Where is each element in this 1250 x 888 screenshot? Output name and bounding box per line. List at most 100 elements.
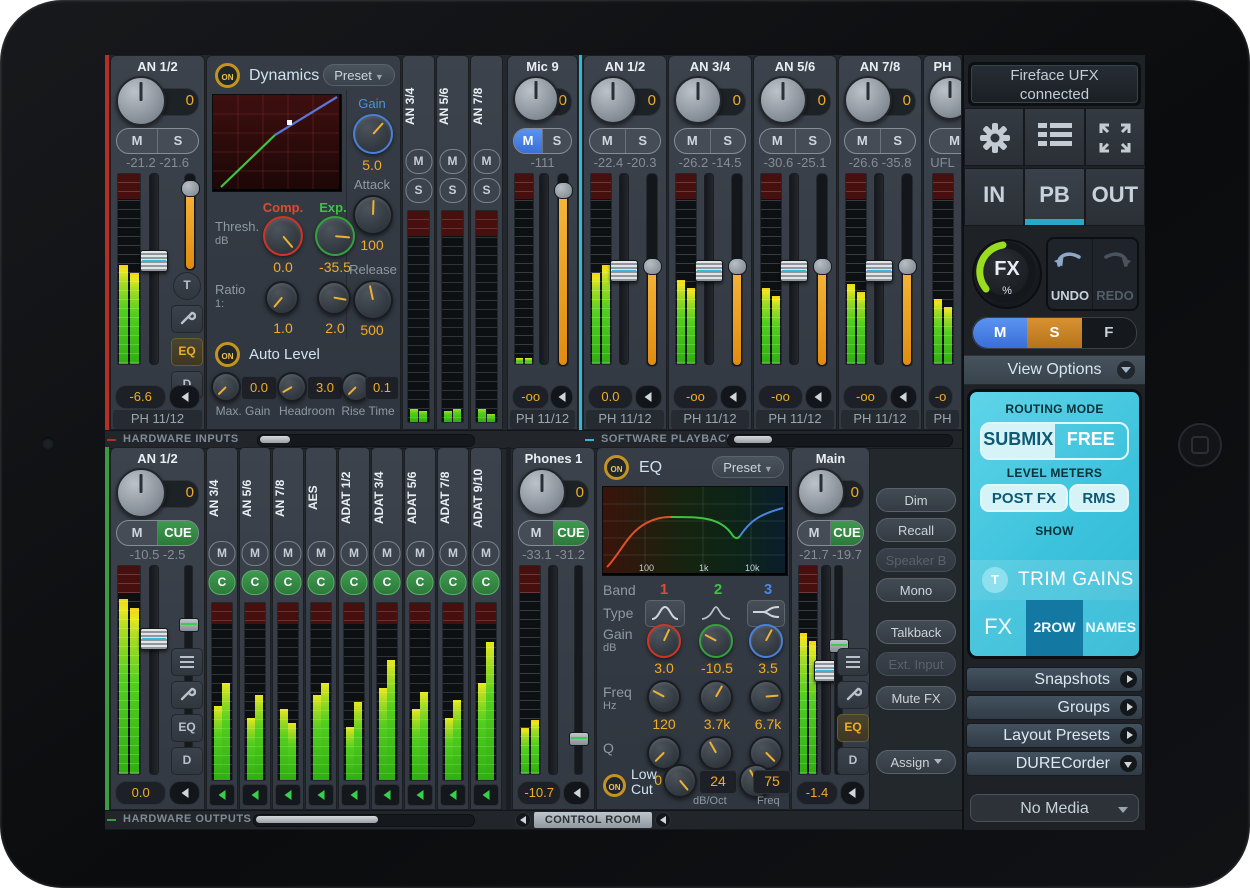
mute-button[interactable]: M [760,129,796,153]
fader-track[interactable] [149,565,159,775]
gain-knob[interactable] [928,76,962,120]
band3-gain-knob[interactable] [749,624,783,658]
trim-button[interactable]: T [173,272,201,300]
ratio-exp-knob[interactable] [317,281,351,315]
band1-freq-knob[interactable] [647,680,681,714]
mute-button[interactable]: M [440,541,467,566]
solo-button[interactable]: S [473,178,500,203]
fader-handle[interactable] [695,260,723,282]
gain-knob[interactable] [844,76,892,124]
cue-button[interactable]: C [275,570,302,595]
submix-button[interactable]: SUBMIX [982,424,1055,458]
names-button[interactable]: NAMES [1083,600,1139,656]
autolevel-on-button[interactable]: ON [215,342,240,367]
sidebar-menu-button[interactable]: DURECorder [966,751,1143,776]
cue-button[interactable]: C [209,570,236,595]
collapse-button[interactable] [407,784,433,806]
tab-pb[interactable]: PB [1024,168,1084,226]
collapse-button[interactable] [242,784,268,806]
media-select[interactable]: No Media [970,794,1139,822]
gain-knob[interactable] [116,76,166,126]
mini-fader-handle[interactable] [179,618,199,632]
lowcut-on-button[interactable]: ON [603,774,626,797]
show-fx-button[interactable]: FX [970,600,1026,656]
control-room-button[interactable]: Mono [876,578,956,602]
settings-wrench-button[interactable] [171,305,203,333]
mute-button[interactable]: M [117,521,158,545]
dynamics-preset-dropdown[interactable]: Preset▼ [323,64,395,86]
cue-button[interactable]: C [374,570,401,595]
mute-button[interactable]: M [590,129,626,153]
fader-track[interactable] [704,173,714,365]
band2-gain-knob[interactable] [699,624,733,658]
fader-track[interactable] [149,173,159,365]
fader-track[interactable] [821,565,831,775]
lowcut-slope-knob[interactable] [663,764,697,798]
channel-menu-button[interactable] [837,648,869,676]
ratio-comp-knob[interactable] [265,281,299,315]
free-button[interactable]: FREE [1055,424,1128,458]
fader-group-button[interactable]: F [1082,318,1136,348]
post-fx-button[interactable]: POST FX [980,484,1068,512]
dynamics-button[interactable]: D [837,747,869,775]
fullscreen-button[interactable] [1085,108,1145,166]
trim-slider[interactable] [816,173,828,367]
home-button[interactable] [1178,423,1222,467]
solo-button[interactable]: S [711,129,746,153]
eq-preset-dropdown[interactable]: Preset▼ [712,456,784,478]
control-room-button[interactable]: Mute FX [876,686,956,710]
collapse-button[interactable] [550,385,573,409]
mute-button[interactable]: M [407,541,434,566]
band2-type-button[interactable] [697,600,735,625]
solo-button[interactable]: S [796,129,831,153]
sidebar-menu-button[interactable]: Layout Presets [966,723,1143,748]
control-room-tab[interactable]: CONTROL ROOM [534,812,652,828]
collapse-button[interactable] [805,385,832,409]
mute-button[interactable]: M [117,129,158,153]
trim-slider[interactable] [731,173,743,367]
control-room-collapse-button[interactable] [655,812,671,828]
mute-button[interactable]: M [930,129,962,153]
inputs-scrollbar[interactable] [257,434,475,447]
collapse-button[interactable] [840,781,865,805]
settings-wrench-button[interactable] [171,681,203,709]
outputs-scrollbar[interactable] [253,814,475,827]
mute-button[interactable]: M [439,149,466,174]
gain-knob[interactable] [759,76,807,124]
fader-handle[interactable] [780,260,808,282]
band1-type-button[interactable] [645,600,685,627]
collapse-button[interactable] [169,781,200,805]
band3-freq-knob[interactable] [749,680,783,714]
band1-gain-knob[interactable] [647,624,681,658]
solo-button[interactable]: S [881,129,916,153]
collapse-button[interactable] [374,784,400,806]
trim-slider[interactable] [557,173,569,367]
fader-track[interactable] [874,173,884,365]
sidebar-menu-button[interactable]: Groups [966,695,1143,720]
cue-button[interactable]: C [407,570,434,595]
fader-handle[interactable] [140,250,168,272]
release-knob[interactable] [353,280,393,320]
collapse-button[interactable] [890,385,917,409]
band2-q-knob[interactable] [699,736,733,770]
collapse-button[interactable] [563,781,590,805]
fader-track[interactable] [539,173,549,365]
dynamics-on-button[interactable]: ON [215,63,240,88]
collapse-button[interactable] [275,784,301,806]
tab-in[interactable]: IN [964,168,1024,226]
mute-button[interactable]: M [242,541,269,566]
channel-layout-button[interactable] [1024,108,1084,166]
undo-button[interactable]: UNDO [1048,239,1093,309]
fader-handle[interactable] [610,260,638,282]
band3-type-button[interactable] [747,600,785,627]
playback-scrollbar-thumb[interactable] [734,436,772,443]
mute-button[interactable]: M [275,541,302,566]
solo-button[interactable]: S [405,178,432,203]
tab-out[interactable]: OUT [1085,168,1145,226]
settings-button[interactable] [964,108,1024,166]
gain-knob[interactable] [513,76,559,122]
solo-button[interactable]: S [158,129,198,153]
fader-track[interactable] [548,565,558,775]
fx-return-knob[interactable]: FX % [972,239,1042,309]
fader-handle[interactable] [865,260,893,282]
